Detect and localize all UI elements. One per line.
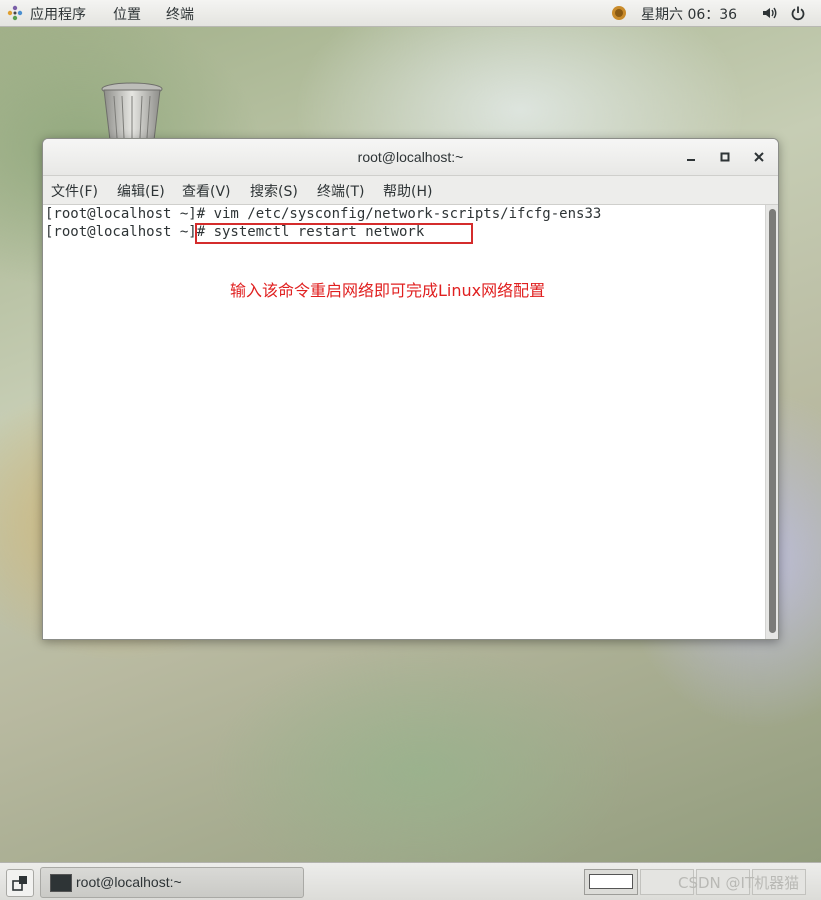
- top-panel: 应用程序 位置 终端 星期六 06：36: [0, 0, 821, 27]
- menu-help[interactable]: 帮助(H): [383, 181, 432, 201]
- minimize-icon[interactable]: [683, 149, 699, 165]
- power-icon[interactable]: [790, 5, 806, 21]
- show-desktop-button[interactable]: [6, 869, 34, 897]
- window-menubar: 文件(F) 编辑(E) 查看(V) 搜索(S) 终端(T) 帮助(H): [43, 176, 778, 205]
- places-menu[interactable]: 位置: [113, 4, 141, 24]
- show-desktop-icon: [12, 876, 27, 891]
- window-title: root@localhost:~: [357, 149, 464, 165]
- taskbar-window-button[interactable]: root@localhost:~: [40, 867, 304, 898]
- terminal-app-icon: [50, 874, 72, 892]
- window-titlebar[interactable]: root@localhost:~: [43, 139, 778, 176]
- volume-icon[interactable]: [761, 5, 777, 21]
- menu-view[interactable]: 查看(V): [182, 181, 231, 201]
- terminal-menu[interactable]: 终端: [166, 4, 194, 24]
- clock[interactable]: 星期六 06：36: [641, 4, 737, 24]
- highlight-box: [195, 223, 473, 244]
- workspace-1[interactable]: [584, 869, 638, 895]
- applications-menu[interactable]: 应用程序: [30, 4, 86, 24]
- annotation-text: 输入该命令重启网络即可完成Linux网络配置: [230, 281, 546, 300]
- menu-terminal[interactable]: 终端(T): [317, 181, 364, 201]
- close-icon[interactable]: [751, 149, 767, 165]
- trash-icon[interactable]: [100, 80, 164, 140]
- menu-edit[interactable]: 编辑(E): [117, 181, 165, 201]
- terminal-window[interactable]: root@localhost:~ 文件(F) 编辑(E) 查看(V) 搜索(S)…: [42, 138, 779, 640]
- menu-search[interactable]: 搜索(S): [250, 181, 298, 201]
- watermark: CSDN @IT机器猫: [678, 874, 800, 892]
- scrollbar[interactable]: [765, 205, 778, 639]
- maximize-icon[interactable]: [717, 149, 733, 165]
- terminal-line: [root@localhost ~]# vim /etc/sysconfig/n…: [45, 206, 602, 222]
- weather-icon[interactable]: [611, 5, 627, 21]
- applications-icon[interactable]: [7, 5, 23, 21]
- menu-file[interactable]: 文件(F): [51, 181, 98, 201]
- scrollbar-thumb[interactable]: [769, 209, 776, 633]
- workspace-window-preview: [589, 874, 633, 889]
- taskbar-window-label: root@localhost:~: [76, 874, 182, 890]
- bottom-panel: root@localhost:~ CSDN @IT机器猫: [0, 862, 821, 900]
- terminal-output[interactable]: [root@localhost ~]# vim /etc/sysconfig/n…: [43, 205, 765, 639]
